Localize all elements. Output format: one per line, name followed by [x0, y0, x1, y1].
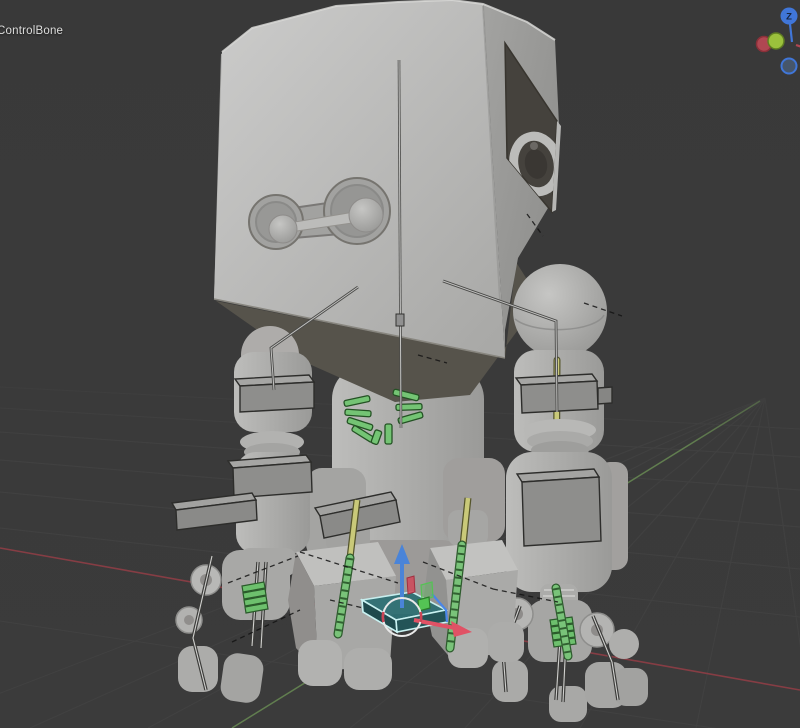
gizmo-x-plane-handle[interactable] [407, 576, 415, 594]
right-arm[interactable] [506, 350, 628, 614]
blender-3d-viewport[interactable]: ControlBone Z [0, 0, 800, 728]
right-eye [349, 198, 383, 232]
green-coil-left-wrist[interactable] [242, 582, 268, 613]
left-eye [269, 215, 297, 243]
axis-z-neg-ball[interactable] [782, 59, 797, 74]
control-box-left-elbow[interactable] [228, 455, 312, 498]
navigation-gizmo[interactable]: Z [730, 0, 800, 90]
axis-y-ball[interactable] [768, 33, 784, 49]
control-box-right-elbow[interactable] [517, 469, 601, 546]
viewport-canvas[interactable] [0, 0, 800, 728]
active-bone-label: ControlBone [0, 25, 63, 37]
axis-z-label: Z [786, 12, 792, 23]
left-hand[interactable] [176, 550, 290, 705]
